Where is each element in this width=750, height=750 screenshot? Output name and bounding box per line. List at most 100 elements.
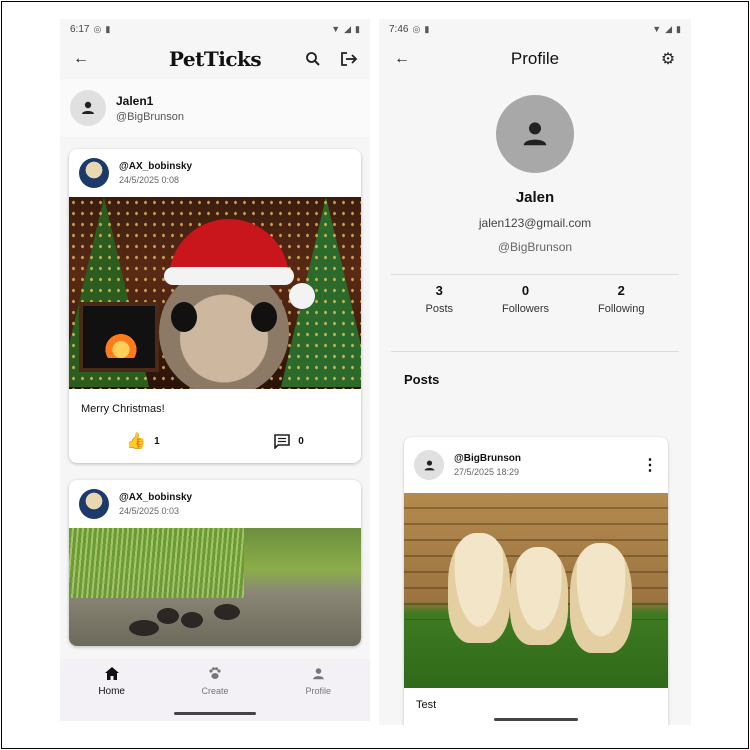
post-date: 27/5/2025 18:29 (454, 467, 520, 477)
like-count: 1 (154, 435, 160, 447)
post-image-puppies[interactable] (404, 493, 668, 688)
post-image-pigs[interactable] (69, 528, 361, 646)
post-caption: Test (416, 699, 437, 711)
fire (101, 330, 141, 358)
post-username[interactable]: @BigBrunson (454, 453, 521, 464)
avatar (70, 90, 106, 126)
stat-posts-label: Posts (425, 303, 453, 315)
search-icon[interactable] (302, 48, 324, 70)
comment-button[interactable]: 0 (274, 433, 304, 449)
current-user-row[interactable]: Jalen1 @BigBrunson (60, 79, 370, 137)
nav-create-label: Create (201, 686, 229, 696)
post-card[interactable]: @AX_bobinsky 24/5/2025 0:08 Merry Christ… (69, 149, 361, 463)
battery-icon: ▮ (676, 23, 681, 34)
more-options-icon[interactable]: ⋮ (642, 455, 658, 475)
gear-icon[interactable]: ⚙ (657, 48, 679, 70)
like-button[interactable]: 👍 1 (126, 431, 159, 451)
person-icon (312, 667, 325, 683)
logout-icon[interactable] (338, 48, 360, 70)
cat-eye-right (251, 302, 277, 332)
person-icon (82, 101, 94, 114)
profile-avatar[interactable] (496, 95, 574, 173)
post-card[interactable]: @BigBrunson 27/5/2025 18:29 ⋮ Test (404, 437, 668, 725)
bottom-navigation: Home Create Profile (60, 659, 370, 721)
screenshot-frame: 6:17 ◎ ▮ ▼ ◢ ▮ ← PetTicks Jalen1 @BigBru… (1, 1, 749, 749)
paw-icon (208, 667, 222, 683)
post-username[interactable]: @AX_bobinsky (119, 161, 192, 172)
comment-icon (274, 433, 290, 449)
pig (129, 620, 159, 636)
thumbs-up-icon: 👍 (126, 433, 147, 450)
post-header: @AX_bobinsky 24/5/2025 0:03 (69, 480, 361, 528)
nav-home-label: Home (98, 686, 125, 697)
cat-face (159, 267, 289, 389)
poster-avatar[interactable] (79, 489, 109, 519)
home-icon (104, 667, 119, 683)
puppy (510, 547, 568, 645)
stat-posts[interactable]: 3 Posts (425, 283, 453, 315)
post-header: @BigBrunson 27/5/2025 18:29 ⋮ (404, 437, 668, 493)
wifi-icon: ▼ (652, 24, 662, 34)
nav-create[interactable]: Create (180, 667, 250, 696)
pig (214, 604, 240, 620)
santa-hat-brim (164, 267, 294, 285)
stat-followers-label: Followers (501, 303, 550, 315)
top-app-bar: ← Profile ⚙ (379, 39, 691, 79)
profile-stats: 3 Posts 0 Followers 2 Following (391, 274, 679, 331)
fireplace (79, 302, 159, 372)
profile-name: Jalen (515, 189, 555, 206)
post-date: 24/5/2025 0:03 (119, 506, 180, 516)
stat-followers[interactable]: 0 Followers (502, 283, 549, 315)
post-caption: Merry Christmas! (81, 403, 165, 415)
signal-icon: ◢ (665, 23, 673, 34)
gesture-bar (494, 718, 578, 721)
poster-avatar[interactable] (79, 158, 109, 188)
profile-email: jalen123@gmail.com (478, 216, 592, 230)
stat-following-value: 2 (617, 283, 625, 298)
feed-screen: 6:17 ◎ ▮ ▼ ◢ ▮ ← PetTicks Jalen1 @BigBru… (60, 19, 370, 721)
profile-screen: 7:46 ◎ ▮ ▼ ◢ ▮ ← Profile ⚙ Jalen jalen12… (379, 19, 691, 725)
nav-home[interactable]: Home (77, 667, 147, 697)
nav-profile[interactable]: Profile (283, 667, 353, 696)
user-handle: @BigBrunson (116, 110, 185, 123)
stat-posts-value: 3 (435, 283, 443, 298)
top-app-bar: ← PetTicks (60, 39, 370, 79)
user-name: Jalen1 (116, 93, 154, 108)
santa-hat-pom (289, 283, 315, 309)
post-actions: 👍 1 0 (69, 425, 361, 463)
page-title: Profile (510, 49, 560, 68)
puppy (570, 543, 632, 653)
profile-header: Jalen jalen123@gmail.com @BigBrunson (379, 79, 691, 254)
stat-following-label: Following (598, 303, 645, 315)
gesture-bar (174, 712, 256, 715)
stat-following[interactable]: 2 Following (598, 283, 644, 315)
person-icon (523, 122, 547, 146)
profile-handle: @BigBrunson (497, 240, 573, 254)
status-time: 6:17 (70, 23, 90, 35)
post-image-christmas-cat[interactable] (69, 197, 361, 389)
battery-icon: ▮ (355, 23, 360, 34)
wifi-icon: ▼ (331, 24, 341, 34)
posts-heading: Posts (404, 372, 440, 387)
post-feed: @AX_bobinsky 24/5/2025 0:08 Merry Christ… (60, 137, 370, 646)
shield-icon: ◎ (93, 23, 102, 34)
stat-followers-value: 0 (521, 283, 530, 298)
status-time: 7:46 (389, 23, 409, 35)
puppy (448, 533, 510, 643)
avatar[interactable] (414, 450, 444, 480)
post-date: 24/5/2025 0:08 (119, 175, 180, 185)
status-bar: 7:46 ◎ ▮ ▼ ◢ ▮ (379, 19, 691, 39)
sim-icon: ▮ (424, 23, 430, 34)
shield-icon: ◎ (412, 23, 421, 34)
person-icon (424, 459, 434, 470)
cat-eye-left (171, 302, 197, 332)
post-username[interactable]: @AX_bobinsky (119, 492, 192, 503)
sim-icon: ▮ (105, 23, 111, 34)
post-header: @AX_bobinsky 24/5/2025 0:08 (69, 149, 361, 197)
pig (181, 612, 203, 628)
comment-count: 0 (298, 435, 304, 447)
signal-icon: ◢ (344, 23, 352, 34)
post-card[interactable]: @AX_bobinsky 24/5/2025 0:03 (69, 480, 361, 646)
pig (157, 608, 179, 624)
tall-grass (69, 528, 245, 598)
